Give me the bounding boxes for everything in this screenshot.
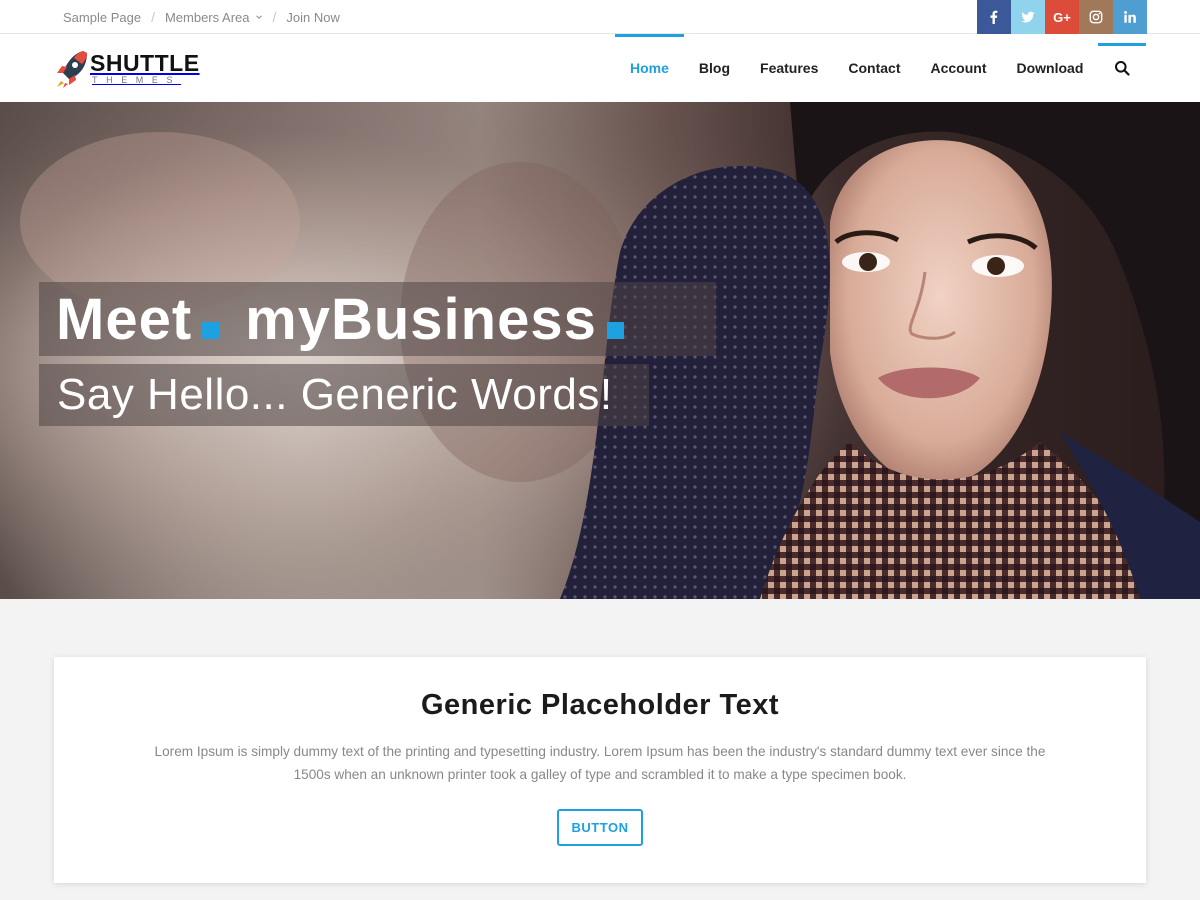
separator: / [151,9,155,25]
accent-square [606,321,624,339]
nav-label: Features [760,60,819,76]
hero-slider: Meet myBusiness Say Hello... Generic Word… [0,102,1200,599]
nav-item-account[interactable]: Account [916,34,1002,102]
top-link-label: Join Now [286,9,340,25]
logo-subtitle: THEMES [92,74,182,85]
twitter-icon [1021,11,1035,23]
hero-subheadline-text: Say Hello... Generic Words! [57,370,613,419]
logo-wordmark: SHUTTLE THEMES [90,49,200,85]
top-bar: Sample Page / Members Area / Join Now G+ [0,0,1200,34]
linkedin-icon [1124,11,1136,23]
social-links: G+ [977,0,1147,34]
top-link-join-now[interactable]: Join Now [286,10,339,25]
hero-subheadline: Say Hello... Generic Words! [39,364,649,426]
nav-label: Account [930,60,987,76]
search-icon [1115,61,1130,76]
hero-headline-part2: myBusiness [245,286,597,352]
nav-item-contact[interactable]: Contact [833,34,915,102]
site-logo[interactable]: SHUTTLE THEMES [53,47,200,89]
separator: / [272,9,277,25]
search-button[interactable] [1098,34,1146,102]
nav-item-blog[interactable]: Blog [684,34,745,102]
logo-brand: SHUTTLE [90,49,200,76]
twitter-button[interactable] [1011,0,1045,34]
intro-title: Generic Placeholder Text [421,689,779,721]
google-plus-icon: G+ [1053,9,1071,25]
top-link-label: Sample Page [63,9,142,25]
main-nav: Home Blog Features Contact Account Downl… [615,34,1098,102]
top-link-label: Members Area [164,9,250,25]
chevron-down-icon [255,15,262,19]
nav-item-home[interactable]: Home [615,34,684,102]
site-header: SHUTTLE THEMES Home Blog Features Contac… [0,34,1200,102]
facebook-icon [990,10,998,24]
instagram-icon [1089,10,1103,24]
intro-card: Generic Placeholder Text Lorem Ipsum is … [54,657,1146,883]
nav-label: Blog [698,60,731,76]
top-link-members-area[interactable]: Members Area [165,10,263,25]
top-link-sample-page[interactable]: Sample Page [63,10,141,25]
facebook-button[interactable] [977,0,1011,34]
nav-label: Contact [848,60,901,76]
google-plus-button[interactable]: G+ [1045,0,1079,34]
nav-item-features[interactable]: Features [745,34,833,102]
hero-headline-part1: Meet [56,286,193,352]
top-nav: Sample Page / Members Area / Join Now [63,0,340,34]
intro-body: Lorem Ipsum is simply dummy text of the … [154,744,1046,782]
hero-headline-text: Meet myBusiness [56,286,624,353]
nav-label: Home [630,60,669,76]
instagram-button[interactable] [1079,0,1113,34]
nav-item-download[interactable]: Download [1002,34,1099,102]
hero-headline: Meet myBusiness [39,282,716,356]
accent-square [202,321,220,339]
nav-label: Download [1016,60,1084,76]
linkedin-button[interactable] [1113,0,1147,34]
rocket-icon [57,51,87,88]
intro-button[interactable]: BUTTON [557,809,643,846]
